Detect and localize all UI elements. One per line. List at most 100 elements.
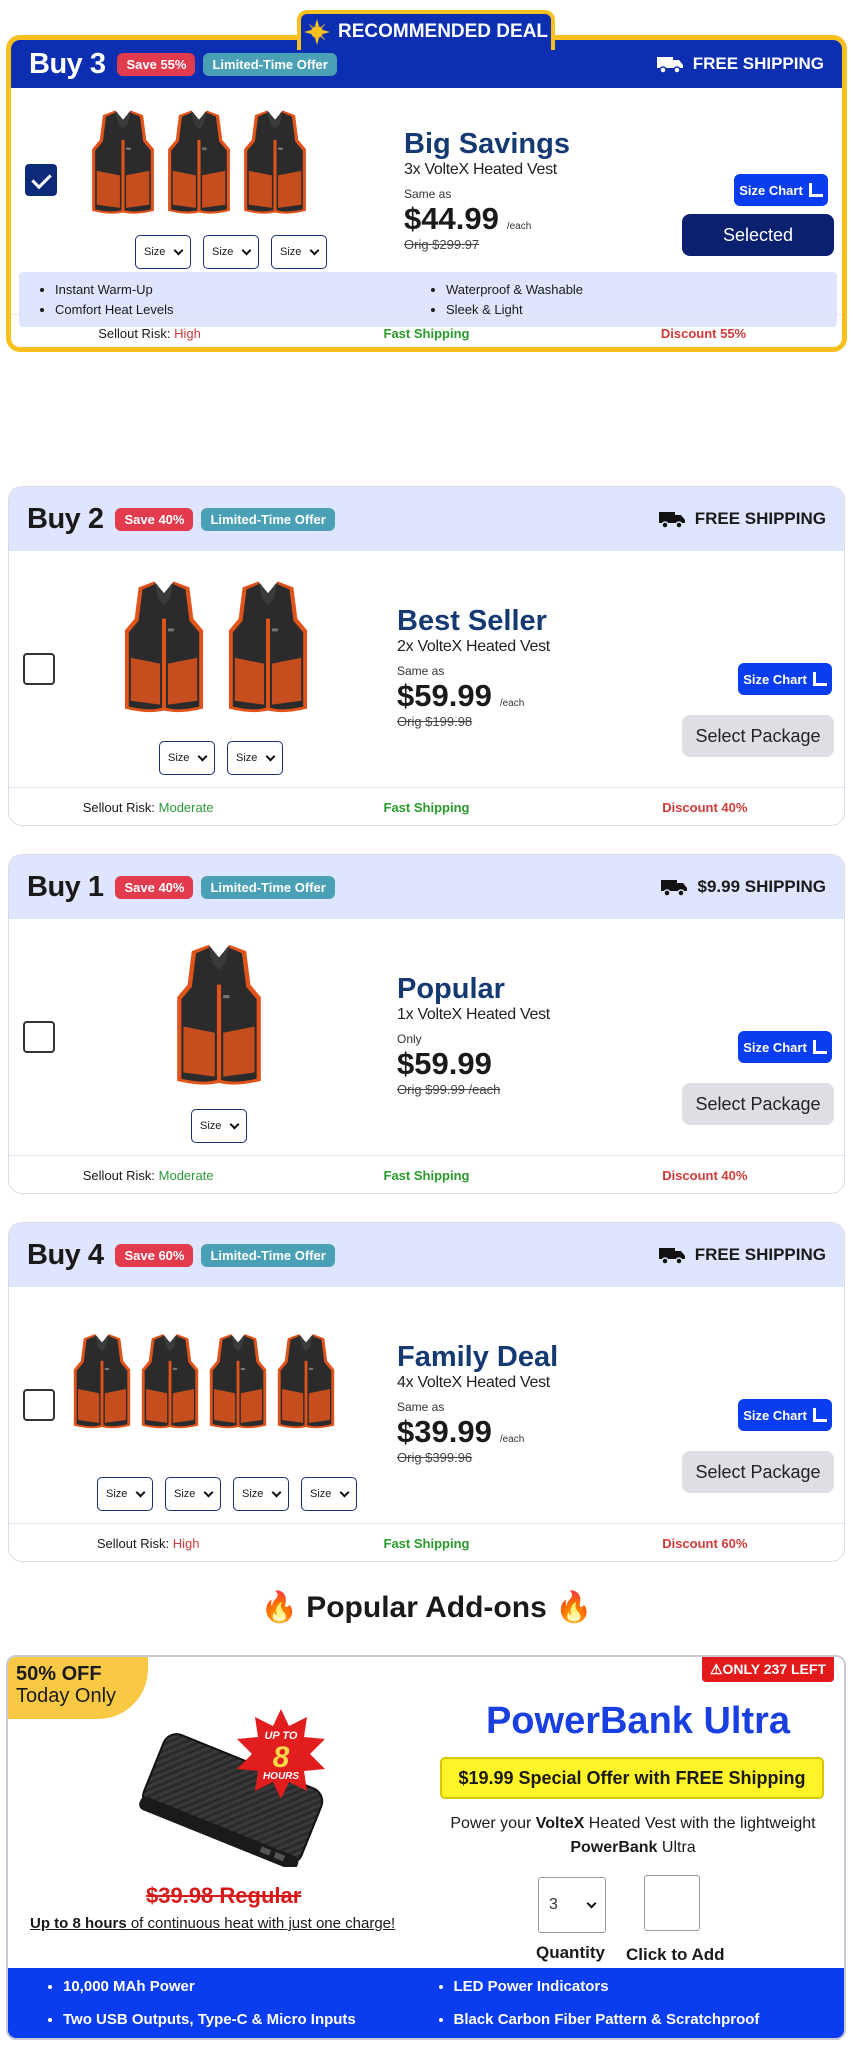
save-badge: Save 60% — [115, 1243, 194, 1267]
save-badge: Save 40% — [115, 507, 194, 531]
package-header: Buy 1 Save 40% Limited-Time Offer $9.99 … — [9, 855, 844, 919]
size-select[interactable]: Size — [97, 1477, 153, 1511]
size-selectors: Size Size — [159, 741, 283, 775]
size-select[interactable]: Size — [135, 235, 191, 269]
original-price: Orig $399.96 — [397, 1450, 473, 1465]
discount-label: Discount 55% — [660, 326, 747, 341]
package-price: $59.99 — [397, 678, 492, 713]
starburst-bottom: HOURS — [263, 1771, 299, 1782]
package-info: Popular 1x VolteX Heated Vest Only $59.9… — [397, 973, 550, 1097]
size-select[interactable]: Size — [159, 741, 215, 775]
size-select[interactable]: Size — [233, 1477, 289, 1511]
special-offer-banner: $19.99 Special Offer with FREE Shipping — [440, 1757, 824, 1799]
package-product: 3x VolteX Heated Vest — [404, 161, 557, 178]
package-price: $44.99 — [404, 201, 499, 236]
fast-shipping: Fast Shipping — [383, 1168, 470, 1183]
size-chart-button[interactable]: Size Chart — [738, 1399, 832, 1431]
size-select[interactable]: Size — [271, 235, 327, 269]
buy-label: Buy 4 — [27, 1238, 104, 1271]
addon-card-powerbank[interactable]: 50% OFF Today Only ⚠ONLY 237 LEFT UP TO … — [6, 1655, 846, 2040]
package-card-buy1[interactable]: Buy 1 Save 40% Limited-Time Offer $9.99 … — [8, 854, 845, 1194]
package-title: Popular — [397, 973, 505, 1005]
limited-offer-badge: Limited-Time Offer — [201, 507, 335, 531]
package-body: Size Size Size Big Savings 3x VolteX Hea… — [11, 88, 842, 347]
fast-shipping: Fast Shipping — [383, 326, 470, 341]
quantity-label: Quantity — [536, 1943, 605, 1962]
shipping-info: $9.99 SHIPPING — [661, 877, 826, 897]
chevron-down-icon — [241, 245, 252, 255]
sun-icon — [303, 19, 330, 45]
discount-corner: 50% OFF Today Only — [8, 1657, 148, 1719]
addons-heading: 🔥 Popular Add-ons 🔥 — [0, 1590, 853, 1625]
click-to-add-label: Click to Add — [626, 1945, 725, 1964]
risk-level: Moderate — [158, 800, 214, 815]
product-images — [173, 941, 265, 1091]
package-info: Big Savings 3x VolteX Heated Vest Same a… — [404, 128, 570, 252]
banner-label: RECOMMENDED DEAL — [337, 21, 549, 42]
package-info: Best Seller 2x VolteX Heated Vest Same a… — [397, 605, 550, 729]
starburst-number: 8 — [273, 1741, 290, 1774]
package-checkbox[interactable] — [23, 1389, 55, 1421]
package-body: Size Size Size Size Family Deal 4x Volte… — [9, 1287, 844, 1561]
vest-image — [139, 1329, 201, 1435]
size-select[interactable]: Size — [227, 741, 283, 775]
fire-icon: 🔥 — [260, 1591, 298, 1624]
select-package-button[interactable]: Select Package — [682, 1083, 834, 1125]
regular-price: $39.98 Regular — [146, 1883, 302, 1908]
select-package-button[interactable]: Selected — [682, 214, 834, 256]
quantity-select[interactable]: 3 — [538, 1877, 606, 1933]
vest-image — [89, 108, 157, 218]
package-footer: Sellout Risk: Moderate Fast Shipping Dis… — [9, 787, 844, 825]
package-card-buy2[interactable]: Buy 2 Save 40% Limited-Time Offer FREE S… — [8, 486, 845, 826]
package-card-buy4[interactable]: Buy 4 Save 60% Limited-Time Offer FREE S… — [8, 1222, 845, 1562]
package-title: Big Savings — [404, 128, 570, 160]
shipping-info: FREE SHIPPING — [656, 54, 824, 74]
price-prefix: Same as — [404, 187, 452, 201]
size-select[interactable]: Size — [165, 1477, 221, 1511]
package-checkbox[interactable] — [23, 1021, 55, 1053]
size-chart-button[interactable]: Size Chart — [738, 1031, 832, 1063]
discount-label: Discount 40% — [662, 1168, 748, 1183]
original-price: Orig $299.97 — [404, 237, 480, 252]
fast-shipping: Fast Shipping — [383, 1536, 470, 1551]
size-chart-button[interactable]: Size Chart — [734, 174, 828, 206]
select-package-button[interactable]: Select Package — [682, 1451, 834, 1493]
size-selectors: Size — [191, 1109, 247, 1143]
size-select[interactable]: Size — [203, 235, 259, 269]
package-checkbox[interactable] — [25, 164, 57, 196]
chevron-down-icon — [203, 1487, 214, 1497]
chevron-down-icon — [197, 751, 208, 761]
package-price: $59.99 — [397, 1046, 492, 1081]
package-title: Family Deal — [397, 1341, 559, 1373]
select-package-button[interactable]: Select Package — [682, 715, 834, 757]
package-footer: Sellout Risk: High Fast Shipping Discoun… — [9, 1523, 844, 1561]
risk-level: High — [174, 326, 201, 341]
shipping-info: FREE SHIPPING — [658, 1245, 826, 1265]
sellout-risk: Sellout Risk: High — [98, 326, 201, 341]
package-card-buy3[interactable]: Buy 3 Save 55% Limited-Time Offer FREE S… — [6, 35, 847, 352]
ruler-icon — [812, 672, 827, 686]
package-body: Size Size Best Seller 2x VolteX Heated V… — [9, 551, 844, 825]
ruler-icon — [812, 1408, 827, 1422]
add-to-order-checkbox[interactable] — [644, 1875, 700, 1931]
sellout-risk: Sellout Risk: Moderate — [82, 1168, 214, 1183]
vest-image — [121, 579, 207, 717]
size-chart-button[interactable]: Size Chart — [738, 663, 832, 695]
recommended-deal-banner: RECOMMENDED DEAL — [297, 10, 555, 50]
original-price: Orig $199.98 — [397, 714, 473, 729]
shipping-label: $9.99 SHIPPING — [697, 877, 826, 896]
size-select[interactable]: Size — [191, 1109, 247, 1143]
size-select[interactable]: Size — [301, 1477, 357, 1511]
vest-image — [225, 579, 311, 717]
package-price: $39.99 — [397, 1414, 492, 1449]
heat-duration-text: Up to 8 hours of continuous heat with ju… — [30, 1915, 396, 1932]
package-header: Buy 4 Save 60% Limited-Time Offer FREE S… — [9, 1223, 844, 1287]
package-product: 1x VolteX Heated Vest — [397, 1006, 550, 1023]
warning-icon: ⚠ — [709, 1661, 723, 1677]
feature-item: Instant Warm-Up — [55, 282, 446, 297]
package-footer: Sellout Risk: High Fast Shipping Discoun… — [11, 314, 842, 347]
price-unit: /each — [499, 1434, 525, 1445]
addon-description: Power your VolteX Heated Vest with the l… — [450, 1815, 816, 1856]
package-checkbox[interactable] — [23, 653, 55, 685]
feature-item: LED Power Indicators — [454, 1978, 845, 2005]
